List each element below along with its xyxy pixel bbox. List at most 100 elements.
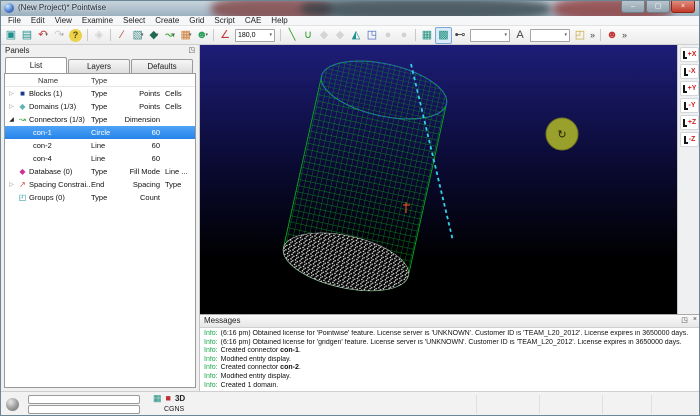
entity-name: Groups (0) xyxy=(29,193,65,202)
save-button[interactable]: ▣ xyxy=(3,27,19,43)
open-icon: ▤ xyxy=(22,30,32,41)
status-field-2[interactable] xyxy=(28,405,140,414)
tab-defaults[interactable]: Defaults xyxy=(131,59,193,73)
entity-c3: Points xyxy=(121,102,165,111)
entity-c4: Cells xyxy=(165,102,196,111)
display-attributes-button[interactable]: ∕ xyxy=(114,27,130,43)
menu-edit[interactable]: Edit xyxy=(26,16,50,26)
angle-value-combo[interactable]: 180,0▾ xyxy=(235,29,275,42)
menu-script[interactable]: Script xyxy=(209,16,239,26)
menu-examine[interactable]: Examine xyxy=(77,16,118,26)
tree-row-con-4[interactable]: con-4Line60 xyxy=(5,152,195,165)
menu-file[interactable]: File xyxy=(3,16,26,26)
menu-grid[interactable]: Grid xyxy=(184,16,209,26)
title-bar: (New Project)* Pointwise –▢× xyxy=(1,1,699,16)
tree-row-con-2[interactable]: con-2Line60 xyxy=(5,139,195,152)
dimension-combo[interactable]: ▾ xyxy=(470,29,510,42)
close-messages-icon[interactable]: × xyxy=(693,316,697,324)
view-plusminus-z-button[interactable]: +Z xyxy=(680,115,699,130)
group-icon: ◰ xyxy=(16,194,29,202)
statusbar-separator xyxy=(539,395,540,414)
tree-name-cell: ▷◆Domains (1/3) xyxy=(5,102,91,111)
surface-tool-2-button[interactable]: ◆ xyxy=(332,27,348,43)
chevron-down-icon: ▾ xyxy=(206,32,209,38)
entity-c2: Circle xyxy=(91,128,121,137)
float-messages-icon[interactable]: ◳ xyxy=(681,316,688,324)
view-minus-x-button[interactable]: -X xyxy=(680,64,699,79)
tab-layers[interactable]: Layers xyxy=(68,59,130,73)
menu-create[interactable]: Create xyxy=(150,16,184,26)
entity-mask-button[interactable]: ☻▾ xyxy=(194,27,210,43)
colormap-button[interactable]: ▦▾ xyxy=(178,27,194,43)
help-button[interactable]: ? xyxy=(69,29,82,42)
selection-mask-button[interactable]: ☻ xyxy=(604,27,620,43)
curve-connector-button[interactable]: ∪ xyxy=(300,27,316,43)
tree-row-blocks-1[interactable]: ▷■Blocks (1)TypePointsCells xyxy=(5,87,195,100)
database-tool-icon: ◳ xyxy=(367,30,377,41)
message-level: Info: xyxy=(204,347,218,354)
entity-name: con-1 xyxy=(33,128,52,137)
menu-view[interactable]: View xyxy=(50,16,77,26)
toolbar-overflow-2[interactable]: » xyxy=(620,30,629,40)
connector-dimension-button[interactable]: ⊷ xyxy=(452,27,468,43)
column-type[interactable]: Type xyxy=(91,76,121,85)
sphere-tool-2-button[interactable]: ● xyxy=(396,27,412,43)
menu-select[interactable]: Select xyxy=(118,16,150,26)
open-button[interactable]: ▤ xyxy=(19,27,35,43)
create-connector-button[interactable]: ↝▾ xyxy=(162,27,178,43)
database-tool-button[interactable]: ◳ xyxy=(364,27,380,43)
unstructured-mesh-button[interactable]: ▩ xyxy=(435,27,452,44)
maximize-button[interactable]: ▢ xyxy=(646,1,670,13)
status-field-1[interactable] xyxy=(28,395,140,404)
show-hide-entities-icon: ◈ xyxy=(95,30,103,41)
view-plusminus-x-button[interactable]: +X xyxy=(680,47,699,62)
shaded-view-button[interactable]: ◆▾ xyxy=(146,27,162,43)
redo-button[interactable]: ↷▾ xyxy=(51,27,67,43)
expander-icon[interactable]: ▷ xyxy=(7,103,16,110)
undo-button[interactable]: ↶▾ xyxy=(35,27,51,43)
tree-name-cell: con-1 xyxy=(5,128,91,137)
tree-row-connectors-1-3[interactable]: ◢↝Connectors (1/3)TypeDimension xyxy=(5,113,195,126)
float-panel-icon[interactable]: ◳ xyxy=(188,46,195,54)
display-viewport[interactable]: ↻ xyxy=(200,45,677,314)
structured-mesh-icon: ▦ xyxy=(422,30,432,41)
selection-mask-icon: ☻ xyxy=(606,30,618,41)
menu-help[interactable]: Help xyxy=(266,16,292,26)
view-minus-y-button[interactable]: -Y xyxy=(680,98,699,113)
layers-button[interactable]: ◰ xyxy=(572,27,588,43)
app-icon xyxy=(4,3,14,13)
axis-label: +X xyxy=(688,51,697,58)
surface-tool-button[interactable]: ◆ xyxy=(316,27,332,43)
view-minus-z-button[interactable]: -Z xyxy=(680,132,699,147)
surface-tool-icon: ◆ xyxy=(320,30,328,41)
messages-header: Messages ◳ × xyxy=(200,315,700,328)
expander-icon[interactable]: ▷ xyxy=(7,181,16,188)
tree-row-con-1[interactable]: con-1Circle60 xyxy=(5,126,195,139)
angle-tolerance-button[interactable]: ∠ xyxy=(217,27,233,43)
sphere-tool-button[interactable]: ● xyxy=(380,27,396,43)
expander-icon[interactable]: ◢ xyxy=(7,116,16,123)
revolve-tool-button[interactable]: ◭ xyxy=(348,27,364,43)
tab-list[interactable]: List xyxy=(5,57,67,73)
two-point-connector-icon: ╲ xyxy=(289,30,296,41)
menu-cae[interactable]: CAE xyxy=(240,16,266,26)
toolbar-overflow-1[interactable]: » xyxy=(588,30,597,40)
close-button[interactable]: × xyxy=(671,1,695,13)
tree-row-groups-0[interactable]: ◰Groups (0)TypeCount xyxy=(5,191,195,204)
structured-mesh-button[interactable]: ▦ xyxy=(419,27,435,43)
tree-row-database-0[interactable]: ◆Database (0)TypeFill ModeLine ... xyxy=(5,165,195,178)
tree-row-spacing-constrai[interactable]: ▷↗Spacing Constrai...EndSpacingType xyxy=(5,178,195,191)
view-plusminus-y-button[interactable]: +Y xyxy=(680,81,699,96)
average-spacing-button[interactable]: A xyxy=(512,27,528,43)
statusbar-separator xyxy=(602,395,603,414)
expander-icon[interactable]: ▷ xyxy=(7,90,16,97)
two-point-connector-button[interactable]: ╲ xyxy=(284,27,300,43)
show-hide-entities-button[interactable]: ◈ xyxy=(91,27,107,43)
column-name[interactable]: Name xyxy=(5,76,91,85)
minimize-button[interactable]: – xyxy=(621,1,645,13)
tree-row-domains-1-3[interactable]: ▷◆Domains (1/3)TypePointsCells xyxy=(5,100,195,113)
solver-cube-icon: ■ xyxy=(166,394,171,403)
entity-c4: Cells xyxy=(165,89,196,98)
spacing-combo[interactable]: ▾ xyxy=(530,29,570,42)
view-style-button[interactable]: ▧▾ xyxy=(130,27,146,43)
